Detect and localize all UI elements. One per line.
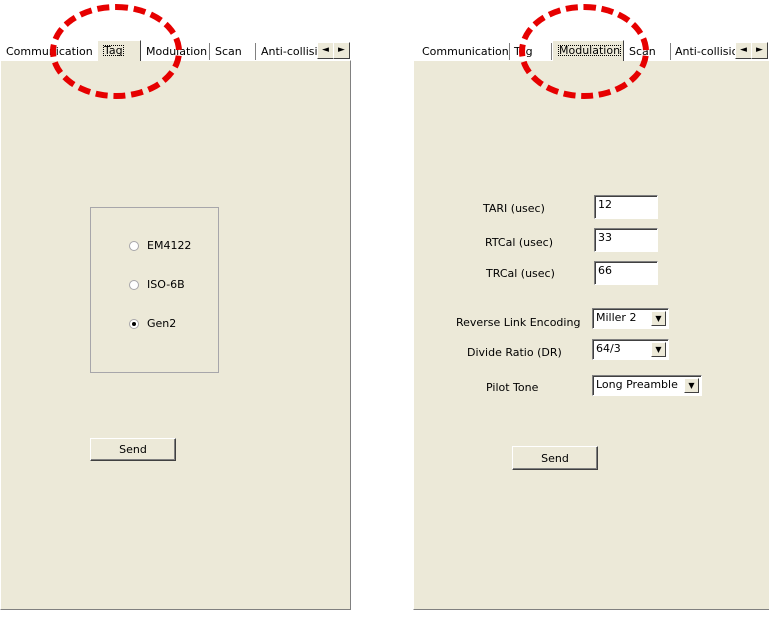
rtcal-input[interactable]: 33 <box>594 228 658 252</box>
arrow-left-icon: ◄ <box>322 45 329 55</box>
tari-label: TARI (usec) <box>483 202 545 215</box>
pilot-tone-select[interactable]: Long Preamble ▼ <box>592 375 702 396</box>
arrow-left-icon: ◄ <box>740 45 747 55</box>
send-button[interactable]: Send <box>90 438 176 461</box>
radio-circle <box>129 279 139 290</box>
radio-em4122[interactable]: EM4122 <box>129 239 191 252</box>
tab-scroll-left-button[interactable]: ◄ <box>317 42 334 59</box>
dropdown-arrow-icon[interactable]: ▼ <box>684 378 699 393</box>
tab-scroll-left-button[interactable]: ◄ <box>735 42 752 59</box>
arrow-right-icon: ► <box>756 45 763 55</box>
radio-circle <box>129 240 139 251</box>
rtcal-label: RTCal (usec) <box>485 236 553 249</box>
radio-label: Gen2 <box>147 317 177 330</box>
reverse-link-encoding-select[interactable]: Miller 2 ▼ <box>592 308 669 329</box>
trcal-label: TRCal (usec) <box>486 267 555 280</box>
tari-input[interactable]: 12 <box>594 195 658 219</box>
radio-gen2[interactable]: Gen2 <box>129 317 176 330</box>
radio-iso-6b[interactable]: ISO-6B <box>129 278 185 291</box>
radio-circle <box>129 318 139 329</box>
left-panel: Communication Tag Modulation Scan Anti-c… <box>0 40 351 610</box>
radio-label: EM4122 <box>147 239 192 252</box>
arrow-right-icon: ► <box>338 45 345 55</box>
tab-page-modulation: TARI (usec) 12 RTCal (usec) 33 TRCal (us… <box>413 60 769 610</box>
trcal-input[interactable]: 66 <box>594 261 658 285</box>
dropdown-arrow-icon[interactable]: ▼ <box>651 311 666 326</box>
radio-label: ISO-6B <box>147 278 185 291</box>
dropdown-arrow-icon[interactable]: ▼ <box>651 342 666 357</box>
tab-page-tag: EM4122 ISO-6B Gen2 Send <box>0 60 351 610</box>
tab-scroll-right-button[interactable]: ► <box>751 42 768 59</box>
tab-modulation[interactable]: Modulation <box>552 40 624 61</box>
divide-ratio-label: Divide Ratio (DR) <box>467 346 562 359</box>
right-panel: Communication Tag Modulation Scan Anti-c… <box>413 40 769 610</box>
pilot-tone-label: Pilot Tone <box>486 381 539 394</box>
reverse-link-encoding-label: Reverse Link Encoding <box>456 316 581 329</box>
divide-ratio-select[interactable]: 64/3 ▼ <box>592 339 669 360</box>
tab-scroll-right-button[interactable]: ► <box>333 42 350 59</box>
tab-tag[interactable]: Tag <box>97 40 141 61</box>
send-button[interactable]: Send <box>512 446 598 470</box>
